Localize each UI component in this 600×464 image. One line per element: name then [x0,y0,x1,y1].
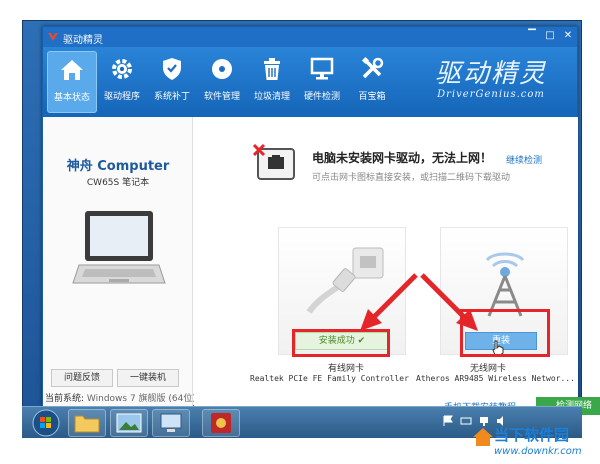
tab-label: 百宝箱 [358,92,386,102]
keyboard-icon[interactable] [460,415,472,427]
app-window: 驱动精灵 ▔ □ ✕ 基本状态 驱动程序 系统补丁 软件管理 垃圾清理 硬件检测… [42,26,600,415]
tab-hardware[interactable]: 硬件检测 [297,51,347,113]
tab-basic-status[interactable]: 基本状态 [47,51,97,113]
no-network-icon [252,143,295,180]
app-logo-icon [48,33,58,41]
taskbar-media[interactable] [110,409,148,437]
close-button[interactable]: ✕ [561,29,575,43]
brand-cn: 驱动精灵 [434,59,547,89]
trash-icon [264,58,280,80]
one-click-install-button[interactable]: 一键装机 [117,369,179,387]
watermark-cn: 当下软件园 [494,426,570,444]
taskbar-drivergenius[interactable] [202,409,240,437]
gear-icon [112,59,132,79]
wired-nic-label: 有线网卡 [328,364,365,374]
warning-subtitle: 可点击网卡图标直接安装，或扫描二维码下载驱动 [312,173,511,183]
site-watermark: 当下软件园 www.downkr.com [472,420,600,464]
maximize-button[interactable]: □ [543,29,557,43]
red-arrow-right [420,273,478,331]
taskbar-network-app[interactable] [152,409,190,437]
home-icon [61,60,83,80]
tab-patches[interactable]: 系统补丁 [147,51,197,113]
brand-en: DriverGenius.com [437,89,545,100]
tab-software[interactable]: 软件管理 [197,51,247,113]
watermark-en: www.downkr.com [494,446,582,457]
tab-label: 软件管理 [203,92,240,102]
tab-label: 垃圾清理 [253,92,290,102]
computer-model: CW65S 笔记本 [86,178,150,188]
minimize-button[interactable]: ▔ [525,29,539,43]
brand-logo: 驱动精灵 DriverGenius.com [421,59,561,103]
picture-icon [116,413,142,433]
computer-name: 神舟 Computer [66,159,170,174]
continue-detect-link[interactable]: 继续检测 [506,153,542,166]
system-info: 当前系统: Windows 7 旗舰版 (64位) [45,391,196,404]
tab-drivers[interactable]: 驱动程序 [97,51,147,113]
warning-title: 电脑未安装网卡驱动，无法上网！ [312,151,493,165]
wireless-nic-name: Atheros AR9485 Wireless Networ... [416,374,575,383]
tools-icon [361,56,384,79]
disc-icon [212,59,232,79]
laptop-icon [72,211,166,284]
main-toolbar: 基本状态 驱动程序 系统补丁 软件管理 垃圾清理 硬件检测 百宝箱 驱动精灵 D… [43,47,577,117]
tab-cleanup[interactable]: 垃圾清理 [247,51,297,113]
status-main-area: 电脑未安装网卡驱动，无法上网！ 继续检测 可点击网卡图标直接安装，或扫描二维码下… [194,117,600,415]
wired-nic-name: Realtek PCIe FE Family Controller [250,374,409,383]
flag-icon[interactable] [442,415,454,427]
tab-label: 硬件检测 [303,92,340,102]
start-button-icon[interactable] [32,409,60,437]
taskbar-explorer[interactable] [68,409,106,437]
folder-icon [74,415,100,433]
tab-toolbox[interactable]: 百宝箱 [347,51,397,113]
watermark-house-icon [473,428,493,446]
monitor-icon [310,57,334,80]
computer-info-panel: 神舟 Computer CW65S 笔记本 问题反馈 一键装机 当前系统: Wi… [43,117,196,407]
tab-label: 基本状态 [53,93,90,103]
shield-icon [163,58,181,80]
title-bar[interactable]: 驱动精灵 ▔ □ ✕ [43,27,577,47]
tab-label: 驱动程序 [103,92,140,102]
wireless-nic-label: 无线网卡 [470,364,507,374]
computer-icon [160,413,182,432]
drivergenius-icon [211,413,231,433]
window-title: 驱动精灵 [63,35,103,46]
system-label: 当前系统: [45,394,85,404]
tab-label: 系统补丁 [153,92,190,102]
feedback-button[interactable]: 问题反馈 [51,369,113,387]
system-value: Windows 7 旗舰版 (64位) [86,394,196,404]
